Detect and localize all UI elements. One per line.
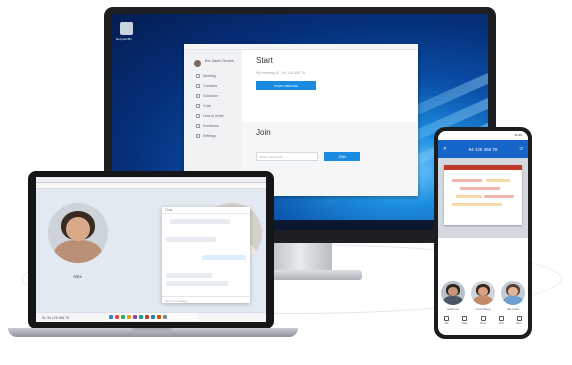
more-button[interactable]: More: [516, 316, 522, 325]
participant-video[interactable]: [441, 281, 465, 305]
start-panel: Start My meeting ID : 94 125 456 78 STAR…: [242, 50, 418, 122]
meeting-id: ID: 94 125 456 78: [42, 315, 69, 320]
dock-app-icon[interactable]: [163, 315, 167, 319]
invite-icon: [196, 114, 200, 118]
avatar[interactable]: [194, 60, 201, 67]
join-heading: Join: [256, 128, 271, 137]
monitor-stand: [268, 243, 332, 271]
chat-panel: Chat Send a message: [162, 207, 250, 303]
video-button[interactable]: Video: [462, 316, 468, 325]
user-name: Eric Jiaren Chrome: [205, 59, 235, 63]
product-showcase: Recycle Bin Eric Jiaren Chrome Meeting C…: [0, 0, 572, 365]
feedback-icon: [196, 124, 200, 128]
sidebar-item-schedule[interactable]: Schedule: [196, 94, 218, 98]
laptop-notch: [132, 328, 172, 331]
sidebar-item-feedback[interactable]: Feedback: [196, 124, 219, 128]
dock-app-icon[interactable]: [157, 315, 161, 319]
chat-message: [166, 237, 216, 242]
start-heading: Start: [256, 56, 273, 65]
participant-name: Alex: [73, 274, 82, 279]
dock-app-icon[interactable]: [109, 315, 113, 319]
participant-video[interactable]: [501, 281, 525, 305]
laptop-screen: Alex Amara Chat Send a message ID: 94 12…: [36, 177, 266, 322]
mic-icon: [444, 316, 450, 321]
gear-icon: [196, 134, 200, 138]
mic-button[interactable]: Mic: [444, 316, 450, 325]
more-icon: [516, 316, 522, 321]
dock-app-icon[interactable]: [151, 315, 155, 319]
mac-dock: [106, 313, 198, 321]
sidebar-item-invite[interactable]: How to invite: [196, 114, 224, 118]
screen-share-icon: [480, 316, 486, 321]
chat-message: [166, 281, 228, 286]
phone-overlay: Jacob Lee Yu-Chi Meng Eric Lewis Mic Vid…: [438, 0, 528, 365]
chat-input[interactable]: Send a message: [162, 296, 250, 303]
chat-message: [202, 255, 246, 260]
recycle-bin-label: Recycle Bin: [116, 37, 132, 41]
phone-toolbar: Mic Video Share Chat More: [438, 316, 528, 330]
dock-app-icon[interactable]: [145, 315, 149, 319]
recycle-bin-icon[interactable]: [120, 22, 133, 35]
participant-video[interactable]: [471, 281, 495, 305]
chat-header: Chat: [162, 207, 250, 214]
chat-message: [166, 273, 212, 278]
sidebar-item-meeting[interactable]: Meeting: [196, 74, 216, 78]
meeting-icon: [196, 74, 200, 78]
sidebar-item-contacts[interactable]: Contacts: [196, 84, 217, 88]
chat-button[interactable]: Chat: [499, 316, 504, 325]
sidebar-item-chat[interactable]: Chat: [196, 104, 211, 108]
start-meeting-button[interactable]: START MEETING: [256, 81, 316, 90]
chat-message: [170, 219, 230, 224]
video-icon: [462, 316, 468, 321]
meeting-id-input[interactable]: Enter meeting ID: [256, 152, 318, 161]
participant-name: Yu-Chi Meng: [475, 308, 491, 311]
meeting-id: My meeting ID : 94 125 456 78: [256, 71, 306, 75]
dock-app-icon[interactable]: [115, 315, 119, 319]
dock-app-icon[interactable]: [133, 315, 137, 319]
calendar-icon: [196, 94, 200, 98]
participant-name: Jacob Lee: [447, 308, 459, 311]
join-button[interactable]: JOIN: [324, 152, 360, 161]
share-button[interactable]: Share: [480, 316, 486, 325]
dock-app-icon[interactable]: [121, 315, 125, 319]
chat-icon: [498, 316, 504, 321]
contacts-icon: [196, 84, 200, 88]
participant-name: Eric Lewis: [507, 308, 519, 311]
dock-app-icon[interactable]: [127, 315, 131, 319]
dock-app-icon[interactable]: [139, 315, 143, 319]
chat-icon: [196, 104, 200, 108]
participant-video-left[interactable]: [48, 203, 108, 263]
window-titlebar: [36, 183, 266, 189]
sidebar-item-settings[interactable]: Settings: [196, 134, 216, 138]
